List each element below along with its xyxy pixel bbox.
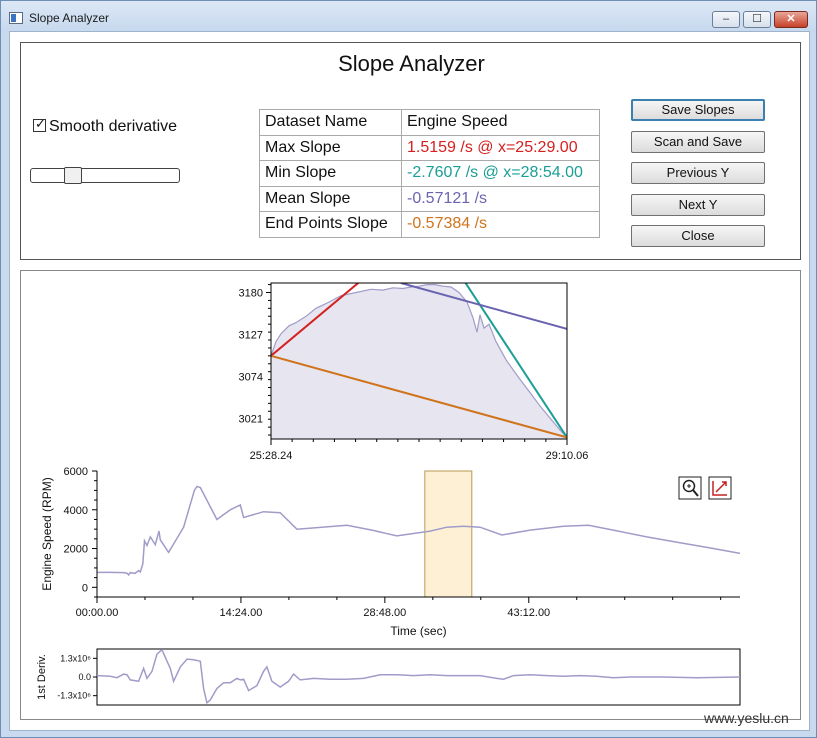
close-window-button[interactable]: ✕ (774, 11, 808, 28)
save-slopes-button[interactable]: Save Slopes (631, 99, 765, 121)
stats-row: Min Slope -2.7607 /s @ x=28:54.00 (259, 160, 600, 187)
zoom-x-start-label: 25:28.24 (250, 450, 293, 462)
smooth-derivative-option[interactable]: Smooth derivative (33, 117, 178, 136)
main-x-tick-label: 00:00.00 (76, 607, 119, 619)
smooth-derivative-label: Smooth derivative (49, 118, 178, 135)
minimize-button[interactable]: – (712, 11, 740, 28)
slope-stats-table: Dataset Name Engine Speed Max Slope 1.5159 … (259, 109, 600, 238)
stats-row: Dataset Name Engine Speed (259, 109, 600, 136)
page-title: Slope Analyzer (338, 51, 485, 76)
zoom-x-end-label: 29:10.06 (546, 450, 589, 462)
title-bar: Slope Analyzer – ☐ ✕ (1, 1, 816, 33)
main-y-tick-label: 2000 (64, 544, 88, 556)
derivative-y-tick-label: 0.0 (78, 672, 91, 682)
controls-panel: Slope Analyzer Smooth derivative Dataset… (20, 42, 801, 260)
zoom-y-tick-label: 3180 (239, 288, 263, 300)
stats-label: Max Slope (259, 134, 402, 161)
stats-label: Mean Slope (259, 185, 402, 212)
main-y-tick-label: 6000 (64, 466, 88, 478)
slider-thumb[interactable] (64, 167, 82, 184)
zoom-y-tick-label: 3127 (239, 329, 263, 341)
main-y-axis-label: Engine Speed (RPM) (40, 477, 54, 590)
main-y-tick-label: 4000 (64, 505, 88, 517)
previous-y-button[interactable]: Previous Y (631, 162, 765, 184)
main-x-tick-label: 14:24.00 (220, 607, 263, 619)
watermark-text: www.yeslu.cn (704, 710, 789, 726)
stats-row: End Points Slope -0.57384 /s (259, 211, 600, 238)
smoothing-slider[interactable] (30, 167, 180, 184)
stats-value: -0.57384 /s (401, 211, 600, 238)
zoom-y-tick-label: 3074 (239, 371, 263, 383)
stats-label: Min Slope (259, 160, 402, 187)
stats-label: End Points Slope (259, 211, 402, 238)
derivative-y-tick-label: -1.3x10⁶ (57, 691, 91, 701)
zoom-icon (678, 476, 702, 500)
graph-panel: 3021 3074 3127 3180 25:28.24 29:10.06 0 2000 400… (20, 270, 801, 720)
derivative-y-tick-label: 1.3x10⁶ (60, 653, 91, 663)
main-x-tick-label: 28:48.00 (363, 607, 406, 619)
smooth-derivative-checkbox[interactable] (33, 117, 46, 132)
selection-highlight (424, 470, 473, 598)
stats-value: Engine Speed (401, 109, 600, 136)
main-x-tick-label: 43:12.00 (507, 607, 550, 619)
graph-canvas: 3021 3074 3127 3180 25:28.24 29:10.06 0 2000 400… (36, 282, 741, 706)
main-x-axis-label: Time (sec) (390, 624, 446, 638)
stats-row: Mean Slope -0.57121 /s (259, 185, 600, 212)
zoom-y-tick-label: 3021 (239, 413, 263, 425)
derivative-y-axis-label: 1st Deriv. (36, 654, 48, 700)
scan-and-save-button[interactable]: Scan and Save (631, 131, 765, 153)
stats-row: Max Slope 1.5159 /s @ x=25:29.00 (259, 134, 600, 161)
rescale-icon (708, 476, 732, 500)
maximize-button[interactable]: ☐ (743, 11, 771, 28)
engine-speed-curve (97, 485, 741, 577)
next-y-button[interactable]: Next Y (631, 194, 765, 216)
window-title: Slope Analyzer (29, 11, 110, 25)
stats-value: -0.57121 /s (401, 185, 600, 212)
app-icon (9, 12, 23, 24)
close-button[interactable]: Close (631, 225, 765, 247)
stats-value: -2.7607 /s @ x=28:54.00 (401, 160, 600, 187)
app-window: Slope Analyzer – ☐ ✕ Slope Analyzer Smoo… (0, 0, 817, 738)
stats-label: Dataset Name (259, 109, 402, 136)
client-area: Slope Analyzer Smooth derivative Dataset… (9, 31, 810, 731)
stats-value: 1.5159 /s @ x=25:29.00 (401, 134, 600, 161)
main-y-tick-label: 0 (82, 582, 88, 594)
